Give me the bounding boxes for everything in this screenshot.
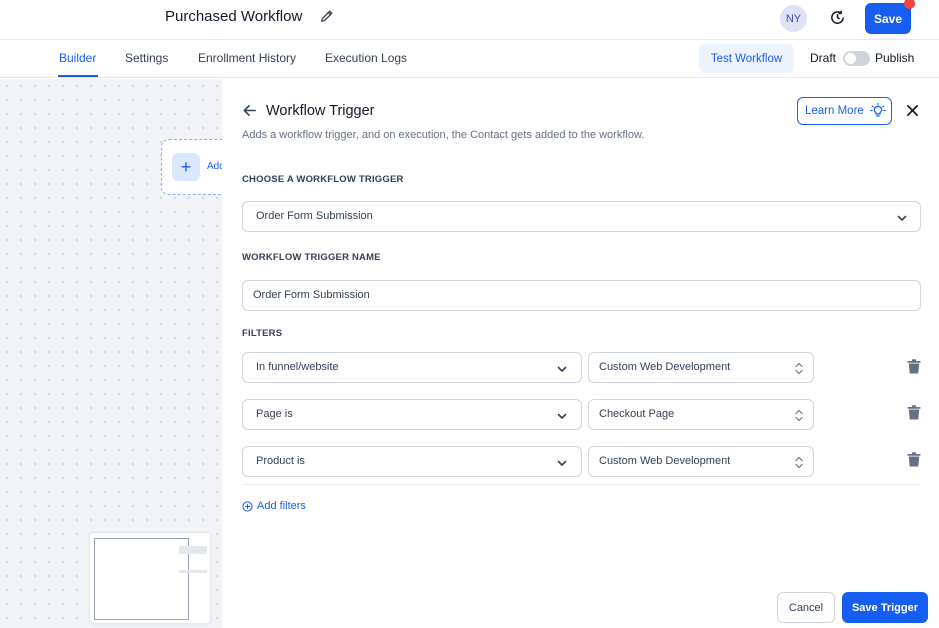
lightbulb-icon <box>870 103 886 117</box>
learn-more-label: Learn More <box>805 105 864 117</box>
avatar[interactable]: NY <box>780 5 807 32</box>
chevron-down-icon <box>557 460 567 466</box>
draft-label: Draft <box>810 51 837 65</box>
test-workflow-button[interactable]: Test Workflow <box>699 44 794 73</box>
minimap-viewport[interactable] <box>94 538 189 620</box>
trigger-select-value: Order Form Submission <box>256 210 373 222</box>
add-filters-link[interactable]: Add filters <box>242 500 306 512</box>
filter-field-select[interactable]: In funnel/website <box>242 352 582 383</box>
filter-value: Custom Web Development <box>599 361 731 373</box>
chevron-down-icon <box>557 366 567 372</box>
choose-trigger-label: CHOOSE A WORKFLOW TRIGGER <box>242 174 404 185</box>
filter-field-value: Page is <box>256 408 293 420</box>
back-arrow-icon[interactable] <box>242 103 257 118</box>
panel-description: Adds a workflow trigger, and on executio… <box>242 129 645 141</box>
learn-more-button[interactable]: Learn More <box>797 97 892 125</box>
updown-chevron-icon <box>795 362 803 375</box>
tab-settings[interactable]: Settings <box>125 51 168 65</box>
filter-field-select[interactable]: Product is <box>242 446 582 477</box>
tab-enrollment-history[interactable]: Enrollment History <box>198 51 296 65</box>
close-icon[interactable] <box>906 104 919 117</box>
save-trigger-button[interactable]: Save Trigger <box>842 592 928 623</box>
trigger-name-label: WORKFLOW TRIGGER NAME <box>242 252 381 263</box>
minimap-node <box>179 546 207 554</box>
trash-icon[interactable] <box>907 405 921 420</box>
filter-value-select[interactable]: Custom Web Development <box>588 446 814 477</box>
toggle-knob <box>845 53 856 64</box>
minimap-node <box>179 570 207 573</box>
filters-label: FILTERS <box>242 328 283 339</box>
publish-label: Publish <box>875 51 915 65</box>
workflow-canvas[interactable]: + Add <box>0 79 231 628</box>
top-bar: Purchased Workflow NY Save <box>0 0 939 40</box>
plus-icon: + <box>172 153 200 181</box>
add-filters-label: Add filters <box>257 500 306 512</box>
tab-builder[interactable]: Builder <box>59 51 96 65</box>
chevron-down-icon <box>557 413 567 419</box>
edit-icon[interactable] <box>320 9 334 23</box>
publish-toggle[interactable] <box>843 51 870 66</box>
cancel-button[interactable]: Cancel <box>777 592 835 623</box>
filter-value-select[interactable]: Custom Web Development <box>588 352 814 383</box>
add-trigger-node[interactable]: + Add <box>161 139 231 195</box>
filter-value-select[interactable]: Checkout Page <box>588 399 814 430</box>
minimap[interactable] <box>89 532 211 624</box>
trigger-select[interactable]: Order Form Submission <box>242 201 921 232</box>
tab-bar: Builder Settings Enrollment History Exec… <box>0 40 939 78</box>
filters-divider <box>242 484 920 485</box>
panel-title: Workflow Trigger <box>266 103 375 119</box>
trigger-name-value: Order Form Submission <box>253 289 370 301</box>
trash-icon[interactable] <box>907 452 921 467</box>
filter-field-value: Product is <box>256 455 305 467</box>
workflow-title: Purchased Workflow <box>165 8 303 25</box>
filter-field-value: In funnel/website <box>256 361 339 373</box>
updown-chevron-icon <box>795 456 803 469</box>
tab-execution-logs[interactable]: Execution Logs <box>325 51 407 65</box>
trash-icon[interactable] <box>907 359 921 374</box>
filter-value: Custom Web Development <box>599 455 731 467</box>
trigger-panel: Workflow Trigger Adds a workflow trigger… <box>222 79 939 628</box>
chevron-down-icon <box>897 215 907 221</box>
trigger-name-input[interactable]: Order Form Submission <box>242 280 921 311</box>
filter-value: Checkout Page <box>599 408 675 420</box>
active-tab-indicator <box>58 75 98 77</box>
notification-dot <box>904 0 915 9</box>
plus-circle-icon <box>242 500 253 512</box>
save-button[interactable]: Save <box>865 3 911 34</box>
filter-field-select[interactable]: Page is <box>242 399 582 430</box>
history-icon[interactable] <box>829 9 846 26</box>
updown-chevron-icon <box>795 409 803 422</box>
